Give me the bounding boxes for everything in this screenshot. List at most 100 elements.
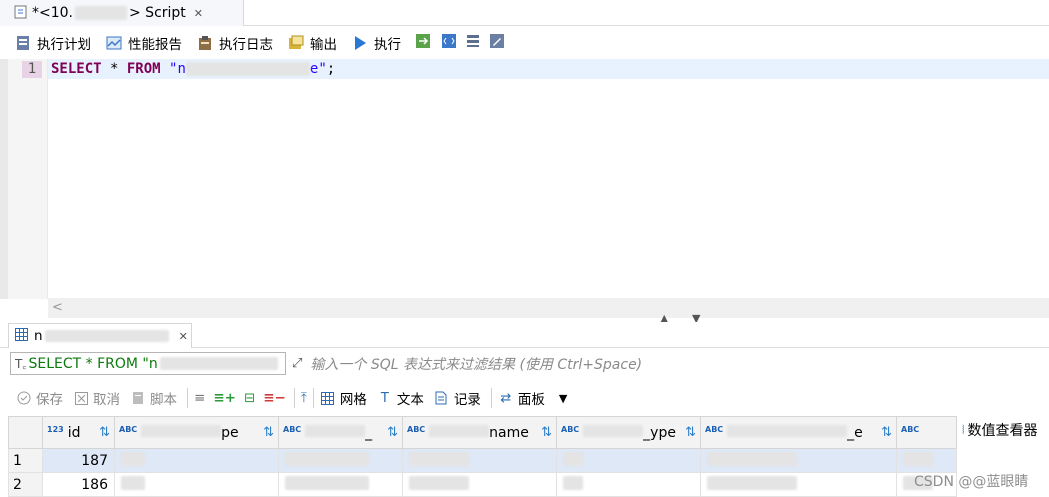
panel-dropdown-icon[interactable]: ▼: [559, 392, 567, 405]
grid-view-button[interactable]: 网格: [320, 388, 367, 408]
cell[interactable]: [556, 448, 701, 473]
column-header-label: pe: [221, 424, 239, 441]
horizontal-scrollbar[interactable]: [48, 298, 1049, 318]
grid-icon: [320, 390, 336, 406]
sort-filter-icon[interactable]: ⇅: [99, 425, 110, 440]
execution-log-icon: [196, 34, 214, 52]
redacted-value: [563, 475, 583, 490]
redacted-table-name: [185, 62, 310, 76]
format-icon[interactable]: [441, 33, 457, 53]
add-row-icon[interactable]: ≡+: [213, 390, 236, 406]
results-tab-label: n: [34, 328, 43, 344]
table-row[interactable]: 1 187: [8, 448, 957, 473]
script-button[interactable]: 脚本: [130, 388, 177, 408]
redacted-value: [285, 451, 369, 466]
left-strip: [0, 59, 8, 299]
column-header[interactable]: ABC: [896, 416, 957, 449]
column-header[interactable]: ABC name ⇅: [402, 416, 557, 449]
panels-refresh-icon: ⇄: [500, 390, 512, 406]
sort-filter-icon[interactable]: ⇅: [541, 425, 552, 440]
export-icon[interactable]: [415, 33, 433, 53]
column-header-label: _e: [847, 424, 863, 441]
cell[interactable]: [114, 472, 279, 497]
copy-row-icon[interactable]: ⊟: [244, 390, 255, 406]
save-button[interactable]: 保存: [16, 388, 63, 408]
results-tab[interactable]: n ✕: [8, 323, 192, 348]
list-icon[interactable]: [465, 33, 481, 53]
cell-id[interactable]: 186: [42, 472, 115, 497]
output-button[interactable]: 输出: [287, 33, 337, 53]
sql-code-line[interactable]: SELECT * FROM "n e";: [51, 60, 335, 79]
line-number: 1: [22, 61, 42, 78]
performance-report-label: 性能报告: [128, 37, 182, 53]
cell[interactable]: [402, 448, 557, 473]
text-type-icon: ABC: [407, 424, 426, 434]
panels-button[interactable]: ⇄ 面板 ▼: [498, 388, 567, 409]
text-view-button[interactable]: T 文本: [377, 388, 424, 409]
column-header-label: name: [489, 424, 529, 441]
sql-editor[interactable]: 1 SELECT * FROM "n e";: [0, 59, 1049, 299]
upload-icon[interactable]: ⤒: [301, 390, 307, 406]
result-grid[interactable]: 123 id ⇅ ABC pe ⇅ ABC _ ⇅ ABC name ⇅ ABC _ype…: [8, 416, 1049, 497]
redacted-column-name: [429, 424, 490, 437]
performance-report-button[interactable]: 性能报告: [105, 33, 182, 53]
tab-close-icon[interactable]: ✕: [194, 7, 203, 20]
column-header[interactable]: ABC _e ⇅: [700, 416, 897, 449]
cell[interactable]: [278, 448, 403, 473]
execution-plan-label: 执行计划: [37, 37, 91, 53]
scroll-left-arrow[interactable]: <: [52, 300, 63, 315]
sort-filter-icon[interactable]: ⇅: [387, 425, 398, 440]
redacted-value: [903, 451, 933, 466]
text-type-icon: ABC: [901, 424, 920, 434]
code-string-end: e": [309, 61, 327, 77]
cell[interactable]: [114, 448, 279, 473]
cancel-button[interactable]: 取消: [73, 388, 120, 408]
execute-button[interactable]: 执行: [351, 33, 401, 53]
cell[interactable]: [700, 472, 897, 497]
value-viewer-button[interactable]: ⦚ 数值查看器: [962, 420, 1038, 440]
column-header[interactable]: ABC pe ⇅: [114, 416, 279, 449]
edit-rows-icon[interactable]: ≡: [194, 390, 205, 406]
column-header[interactable]: ABC _ ⇅: [278, 416, 403, 449]
script-editor-tab[interactable]: *<10. > Script ✕: [0, 0, 244, 26]
cancel-box-icon: [73, 390, 89, 406]
cell[interactable]: [556, 472, 701, 497]
sort-filter-icon[interactable]: ⇅: [263, 425, 274, 440]
filter-placeholder[interactable]: 输入一个 SQL 表达式来过滤结果 (使用 Ctrl+Space): [310, 354, 642, 374]
value-viewer-icon: ⦚: [962, 422, 965, 437]
table-row[interactable]: 2 186: [8, 472, 957, 497]
column-header-id[interactable]: 123 id ⇅: [42, 416, 115, 449]
value-viewer-label: 数值查看器: [967, 423, 1038, 439]
redacted-value: [409, 475, 469, 490]
column-header[interactable]: ABC _ype ⇅: [556, 416, 701, 449]
edit-icon[interactable]: [489, 33, 505, 53]
text-type-icon: ABC: [705, 424, 724, 434]
redacted-filter-table: [159, 357, 278, 370]
delete-row-icon[interactable]: ≡−: [263, 390, 286, 406]
filter-query-field[interactable]: T꜀ SELECT * FROM "n: [10, 352, 286, 375]
cell[interactable]: [278, 472, 403, 497]
tab-title-suffix: > Script: [129, 5, 186, 21]
expand-icon[interactable]: ⤢: [292, 356, 302, 371]
redacted-value: [285, 475, 369, 490]
redacted-column-name: [727, 424, 848, 437]
text-label: 文本: [396, 392, 424, 408]
execution-log-button[interactable]: 执行日志: [196, 33, 273, 53]
results-tab-close-icon[interactable]: ✕: [179, 330, 188, 343]
record-view-button[interactable]: 记录: [434, 388, 481, 408]
sort-filter-icon[interactable]: ⇅: [881, 425, 892, 440]
cell[interactable]: [700, 448, 897, 473]
execution-plan-button[interactable]: 执行计划: [14, 33, 91, 53]
grid-label: 网格: [339, 392, 367, 408]
sort-filter-icon[interactable]: ⇅: [685, 425, 696, 440]
script-label: 脚本: [150, 392, 177, 408]
toolbar-separator: [312, 388, 314, 408]
redacted-result-name: [44, 330, 169, 342]
cell[interactable]: [402, 472, 557, 497]
text-type-icon: ABC: [283, 424, 302, 434]
redacted-column-name: [305, 424, 366, 437]
keyword-select: SELECT: [51, 61, 102, 77]
redacted-value: [707, 475, 797, 490]
cell[interactable]: [896, 448, 957, 473]
cell-id[interactable]: 187: [42, 448, 115, 473]
